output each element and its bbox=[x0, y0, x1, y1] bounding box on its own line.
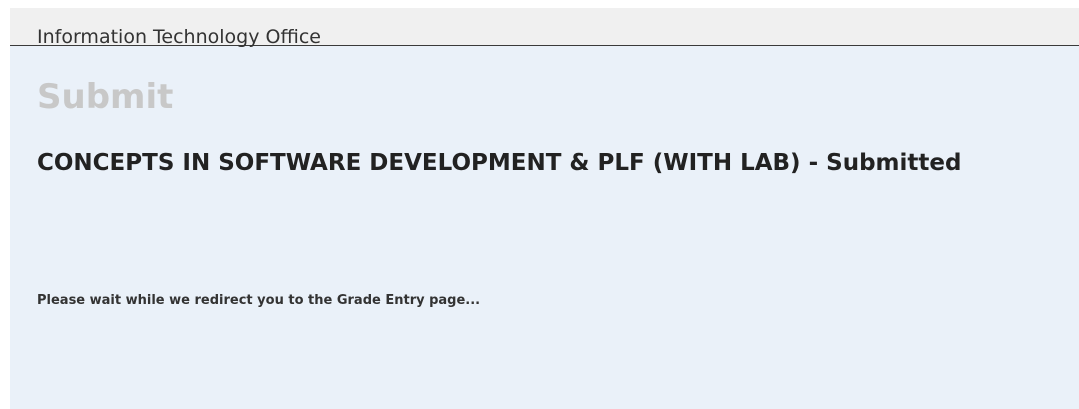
page-title: Submit bbox=[37, 77, 174, 117]
page-frame: Information Technology Office Submit CON… bbox=[10, 8, 1079, 409]
header-bar: Information Technology Office bbox=[10, 8, 1079, 48]
redirect-message: Please wait while we redirect you to the… bbox=[37, 293, 481, 308]
submission-status-title: CONCEPTS IN SOFTWARE DEVELOPMENT & PLF (… bbox=[37, 150, 962, 176]
office-name: Information Technology Office bbox=[37, 26, 321, 48]
